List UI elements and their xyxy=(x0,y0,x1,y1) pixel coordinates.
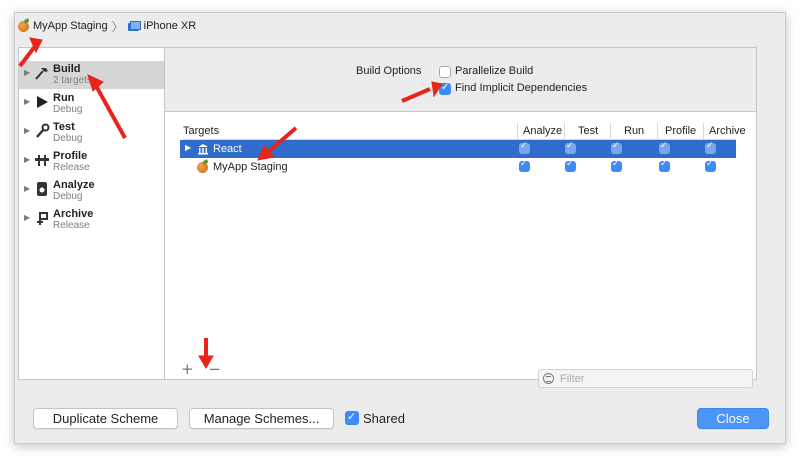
run-checkbox[interactable] xyxy=(611,159,622,172)
analyze-checkbox[interactable] xyxy=(519,159,530,172)
column-header-run[interactable]: Run xyxy=(624,125,644,137)
sidebar-item-title: Analyze xyxy=(53,179,95,191)
shared-checkbox[interactable] xyxy=(345,410,359,425)
column-header-analyze[interactable]: Analyze xyxy=(523,125,562,137)
sidebar-item-build[interactable]: ▶ Build 2 targets xyxy=(19,61,164,89)
column-divider xyxy=(564,123,565,139)
column-divider xyxy=(517,123,518,139)
parallelize-build-label[interactable]: Parallelize Build xyxy=(455,65,533,77)
parallelize-build-checkbox[interactable] xyxy=(439,66,451,78)
close-button[interactable]: Close xyxy=(697,408,769,429)
iphone-icon xyxy=(127,21,141,31)
app-icon xyxy=(18,20,29,32)
find-implicit-dependencies-label[interactable]: Find Implicit Dependencies xyxy=(455,82,587,94)
find-implicit-dependencies-checkbox[interactable] xyxy=(439,82,451,95)
sidebar-item-analyze[interactable]: ▶ Analyze Debug xyxy=(19,177,164,205)
sidebar-item-title: Build xyxy=(53,63,81,75)
filter-icon xyxy=(543,373,554,384)
instruments-icon xyxy=(35,155,49,166)
wrench-icon xyxy=(36,123,50,138)
list-controls: + − xyxy=(181,360,221,378)
filter-field[interactable]: Filter xyxy=(538,369,753,388)
disclosure-triangle-icon[interactable]: ▶ xyxy=(185,143,191,152)
hammer-icon xyxy=(35,68,48,80)
archive-icon xyxy=(37,212,48,225)
sidebar-item-subtitle: Debug xyxy=(53,191,83,202)
sidebar-item-title: Profile xyxy=(53,150,88,162)
column-divider xyxy=(610,123,611,139)
breadcrumb-device[interactable]: iPhone XR xyxy=(144,20,197,32)
column-header-test[interactable]: Test xyxy=(578,125,598,137)
duplicate-scheme-button[interactable]: Duplicate Scheme xyxy=(33,408,178,429)
sidebar-item-title: Run xyxy=(53,92,75,104)
remove-target-button[interactable]: − xyxy=(208,360,221,378)
shared-label[interactable]: Shared xyxy=(363,411,405,426)
test-checkbox[interactable] xyxy=(565,159,576,172)
profile-checkbox[interactable] xyxy=(659,159,670,172)
target-name: React xyxy=(213,143,242,155)
sidebar-item-subtitle: Release xyxy=(53,220,90,231)
profile-checkbox[interactable] xyxy=(659,141,670,154)
play-icon xyxy=(37,96,48,108)
table-row[interactable]: ▶ React xyxy=(180,140,736,158)
disclosure-triangle-icon[interactable]: ▶ xyxy=(24,97,30,106)
filter-placeholder: Filter xyxy=(560,373,585,385)
disclosure-triangle-icon[interactable]: ▶ xyxy=(24,155,30,164)
table-header: Targets Analyze Test Run Profile Archive xyxy=(183,122,746,140)
archive-checkbox[interactable] xyxy=(705,141,716,154)
column-header-targets[interactable]: Targets xyxy=(183,125,219,137)
breadcrumb-separator: 〉 xyxy=(111,19,124,34)
add-target-button[interactable]: + xyxy=(181,360,194,378)
sidebar-item-title: Test xyxy=(53,121,75,133)
sidebar-item-run[interactable]: ▶ Run Debug xyxy=(19,90,164,118)
sidebar-item-subtitle: Debug xyxy=(53,104,83,115)
sidebar: ▶ Build 2 targets ▶ Run Debug ▶ Test Deb… xyxy=(18,47,165,380)
sidebar-item-profile[interactable]: ▶ Profile Release xyxy=(19,148,164,176)
sidebar-item-subtitle: Debug xyxy=(53,133,83,144)
main-panel: Build Options Parallelize Build Find Imp… xyxy=(164,47,757,380)
target-name: MyApp Staging xyxy=(213,161,288,173)
column-header-archive[interactable]: Archive xyxy=(709,125,746,137)
app-icon xyxy=(197,162,208,173)
archive-checkbox[interactable] xyxy=(705,159,716,172)
column-header-profile[interactable]: Profile xyxy=(665,125,696,137)
build-options-label: Build Options xyxy=(356,65,422,77)
column-divider xyxy=(703,123,704,139)
analyze-checkbox[interactable] xyxy=(519,141,530,154)
build-options-panel: Build Options Parallelize Build Find Imp… xyxy=(165,48,756,112)
run-checkbox[interactable] xyxy=(611,141,622,154)
disclosure-triangle-icon[interactable]: ▶ xyxy=(24,126,30,135)
table-row[interactable]: MyApp Staging xyxy=(180,158,736,176)
sidebar-item-test[interactable]: ▶ Test Debug xyxy=(19,119,164,147)
breadcrumb: MyApp Staging 〉 iPhone XR xyxy=(18,19,197,34)
sidebar-item-title: Archive xyxy=(53,208,94,220)
disclosure-triangle-icon[interactable]: ▶ xyxy=(24,213,30,222)
manage-schemes-button[interactable]: Manage Schemes... xyxy=(189,408,334,429)
sidebar-item-subtitle: 2 targets xyxy=(53,75,92,86)
library-icon xyxy=(198,144,208,155)
breadcrumb-scheme[interactable]: MyApp Staging xyxy=(33,20,108,32)
sidebar-item-subtitle: Release xyxy=(53,162,90,173)
disclosure-triangle-icon[interactable]: ▶ xyxy=(24,68,30,77)
analyze-icon xyxy=(37,182,47,196)
column-divider xyxy=(657,123,658,139)
test-checkbox[interactable] xyxy=(565,141,576,154)
disclosure-triangle-icon[interactable]: ▶ xyxy=(24,184,30,193)
sidebar-item-archive[interactable]: ▶ Archive Release xyxy=(19,206,164,234)
